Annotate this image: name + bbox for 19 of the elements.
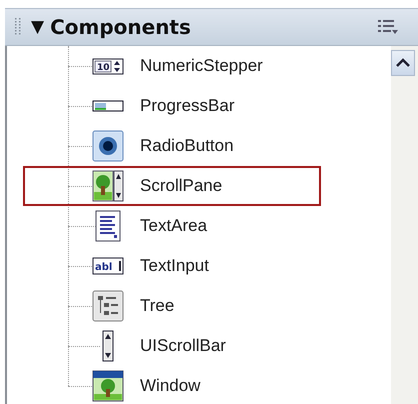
- component-item[interactable]: ScrollPane: [23, 166, 321, 206]
- component-item[interactable]: TextArea: [23, 206, 321, 246]
- chevron-up-icon: [396, 58, 410, 68]
- component-item[interactable]: RadioButton: [23, 126, 321, 166]
- scroll-pane-icon: [92, 170, 124, 202]
- tree-icon: [92, 290, 124, 322]
- radio-button-icon: [92, 130, 124, 162]
- component-item[interactable]: UIScrollBar: [23, 326, 321, 366]
- component-item[interactable]: ProgressBar: [23, 86, 321, 126]
- component-item[interactable]: Window: [23, 366, 321, 404]
- scroll-up-button[interactable]: [391, 50, 415, 76]
- component-item[interactable]: Tree: [23, 286, 321, 326]
- panel-title: Components: [50, 15, 191, 39]
- component-item[interactable]: abl TextInput: [23, 246, 321, 286]
- component-item[interactable]: 10 NumericStepper: [23, 46, 321, 86]
- grip-icon: [15, 18, 21, 36]
- menu-icon[interactable]: [378, 19, 398, 35]
- collapse-toggle[interactable]: ▼: [31, 17, 44, 37]
- window-icon: [92, 370, 124, 402]
